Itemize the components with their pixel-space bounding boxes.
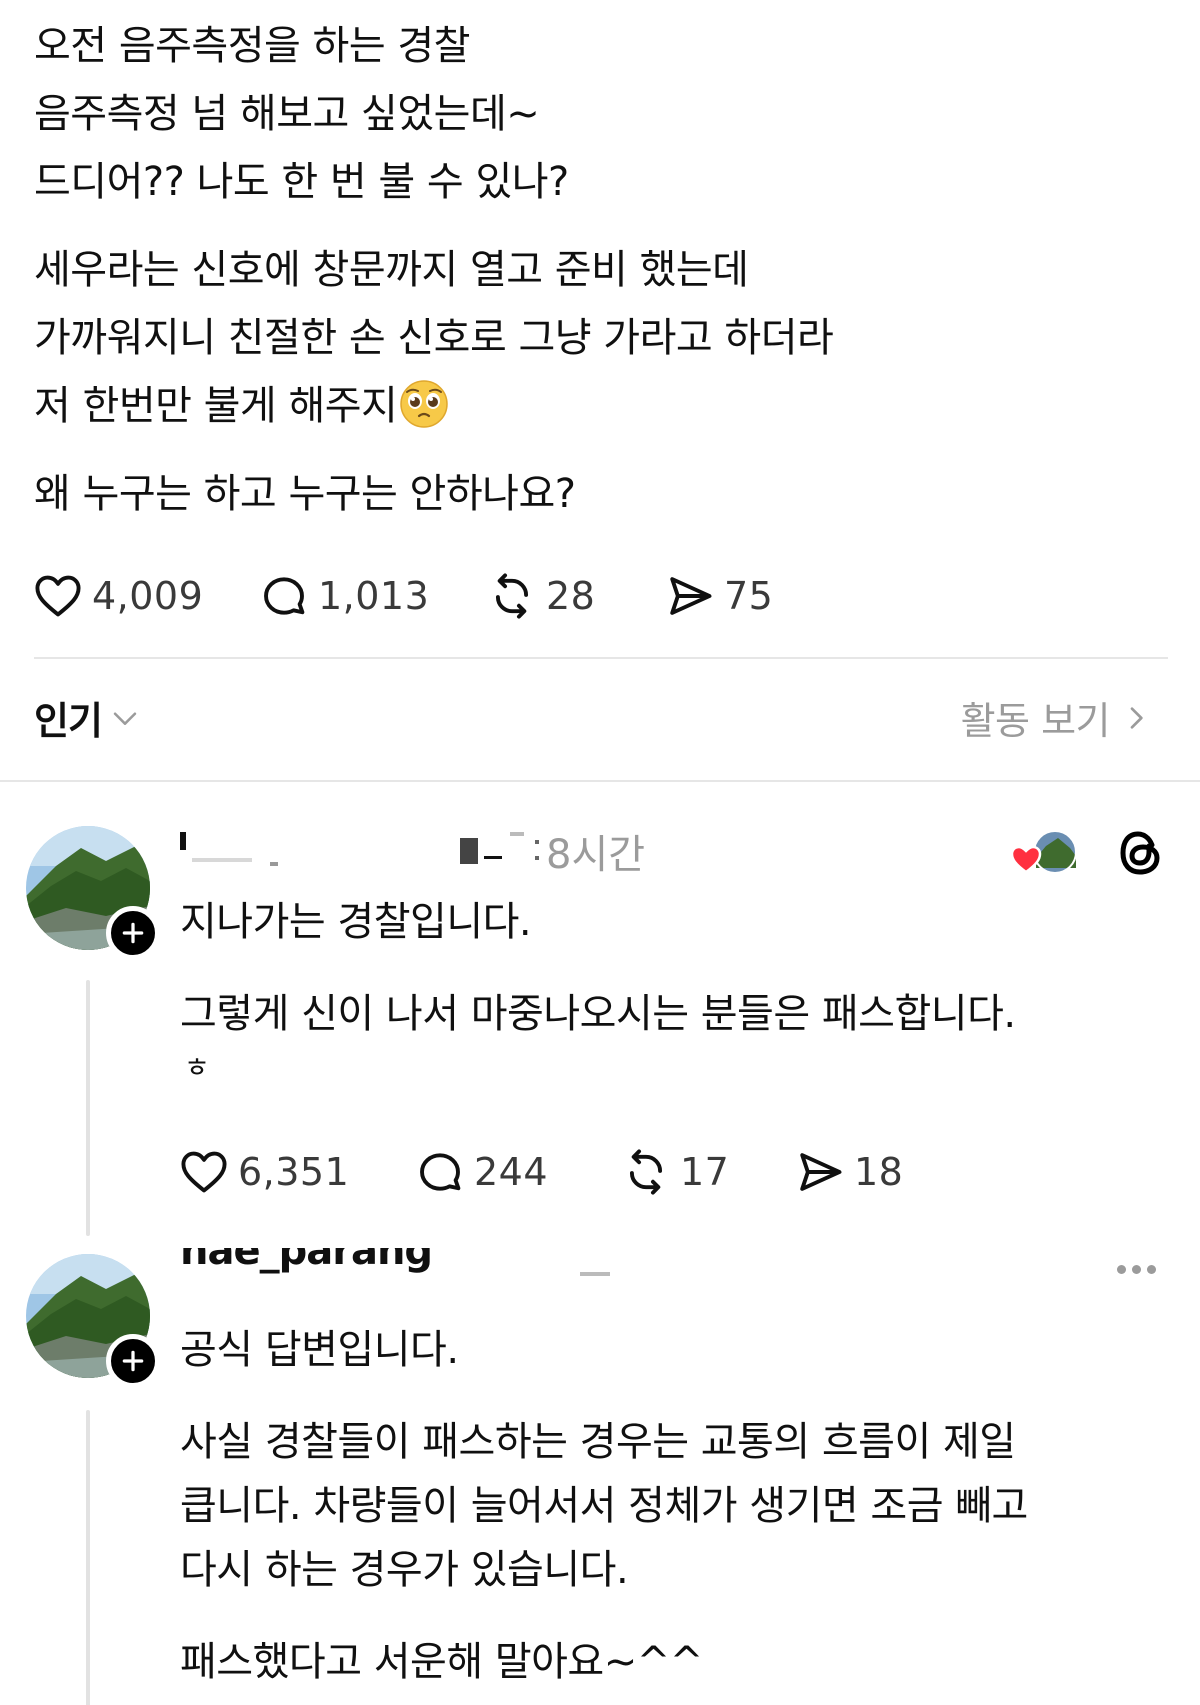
post-paragraph-3: 왜 누구는 하고 누구는 안하나요? xyxy=(34,460,1164,528)
threads-logo-icon xyxy=(1120,831,1160,875)
threads-logo-button[interactable] xyxy=(1116,828,1166,878)
post-line-text: 저 한번만 불게 해주지 xyxy=(34,383,398,429)
sort-label: 인기 xyxy=(34,699,103,743)
like-count: 4,009 xyxy=(92,574,204,618)
reply-count: 244 xyxy=(474,1150,549,1194)
thread-connector-line xyxy=(86,1410,90,1705)
post-line: 왜 누구는 하고 누구는 안하나요? xyxy=(34,471,576,517)
dot xyxy=(1147,1265,1156,1274)
post-line: 음주측정 넘 해보고 싶었는데~ xyxy=(34,91,540,137)
reply-line: 큽니다. 차량들이 늘어서서 정체가 생기면 조금 빼고 xyxy=(180,1483,1028,1529)
repost-button[interactable]: 28 xyxy=(486,570,664,622)
reply-1-header: 8시간 xyxy=(180,826,700,878)
liked-by-author-icon xyxy=(1010,830,1077,874)
comment-icon xyxy=(264,577,305,615)
username[interactable]: hae_parang xyxy=(180,1248,433,1274)
dot xyxy=(1117,1265,1126,1274)
redacted-username xyxy=(484,856,502,859)
reply-count: 1,013 xyxy=(318,574,430,618)
chevron-right-icon xyxy=(1130,706,1143,729)
post-paragraph-1: 오전 음주측정을 하는 경찰 음주측정 넘 해보고 싶었는데~ 드디어?? 나도… xyxy=(34,12,1164,216)
post-line: 세우라는 신호에 창문까지 열고 준비 했는데 xyxy=(34,247,749,293)
reply-2-body: 공식 답변입니다. 사실 경찰들이 패스하는 경우는 교통의 흐름이 제일 큽니… xyxy=(180,1318,1170,1694)
heart-icon xyxy=(35,575,81,617)
dot xyxy=(1132,1265,1141,1274)
sort-dropdown[interactable]: 인기 xyxy=(34,690,142,745)
reply-1-body: 지나가는 경찰입니다. 그렇게 신이 나서 마중나오시는 분들은 패스합니다. … xyxy=(180,890,1170,1090)
follow-button[interactable] xyxy=(106,906,160,960)
reply-timestamp: 8시간 xyxy=(546,832,646,878)
send-icon xyxy=(800,1153,842,1191)
share-button[interactable]: 75 xyxy=(664,570,804,622)
share-count: 75 xyxy=(724,574,774,618)
post-body: 오전 음주측정을 하는 경찰 음주측정 넘 해보고 싶었는데~ 드디어?? 나도… xyxy=(34,12,1164,548)
redacted-username xyxy=(510,832,524,836)
reply-line: 다시 하는 경우가 있습니다. xyxy=(180,1547,629,1593)
reply-line: 그렇게 신이 나서 마중나오시는 분들은 패스합니다. xyxy=(180,991,1016,1037)
author-liked-indicator[interactable] xyxy=(1010,828,1080,880)
post-line: 오전 음주측정을 하는 경찰 xyxy=(34,23,470,69)
chevron-down-icon xyxy=(113,711,137,725)
reply-button[interactable]: 244 xyxy=(414,1146,620,1198)
redacted-username xyxy=(180,832,186,850)
reply-line: 공식 답변입니다. xyxy=(180,1327,459,1373)
reply-2-header: hae_parang xyxy=(180,1248,660,1288)
redacted-username xyxy=(535,856,539,860)
repost-count: 17 xyxy=(680,1150,730,1194)
post-action-bar: 4,009 1,013 28 75 xyxy=(32,570,804,622)
post-line: 가까워지니 친절한 손 신호로 그냥 가라고 하더라 xyxy=(34,315,834,361)
send-icon xyxy=(670,577,712,615)
like-button[interactable]: 4,009 xyxy=(32,570,258,622)
redacted-username xyxy=(460,838,478,864)
plus-icon xyxy=(122,1350,144,1372)
pleading-face-emoji-icon xyxy=(400,380,449,428)
repost-button[interactable]: 17 xyxy=(620,1146,794,1198)
like-count: 6,351 xyxy=(238,1150,350,1194)
reply-line: 사실 경찰들이 패스하는 경우는 교통의 흐름이 제일 xyxy=(180,1419,1016,1465)
redacted-timestamp xyxy=(580,1272,610,1276)
more-options-button[interactable] xyxy=(1117,1265,1156,1274)
plus-icon xyxy=(122,922,144,944)
repost-icon xyxy=(495,573,529,619)
view-activity-label: 활동 보기 xyxy=(960,699,1111,743)
post-paragraph-2: 세우라는 신호에 창문까지 열고 준비 했는데 가까워지니 친절한 손 신호로 … xyxy=(34,236,1164,440)
repost-icon xyxy=(629,1149,663,1195)
view-activity-link[interactable]: 활동 보기 xyxy=(961,690,1152,745)
repost-count: 28 xyxy=(546,574,596,618)
redacted-username xyxy=(270,862,278,866)
comment-icon xyxy=(420,1153,461,1191)
reply-line: 패스했다고 서운해 말아요~^^ xyxy=(180,1639,703,1685)
thread-connector-line xyxy=(86,980,90,1236)
like-button[interactable]: 6,351 xyxy=(178,1146,414,1198)
post-line-with-emoji: 저 한번만 불게 해주지 xyxy=(34,372,1164,440)
divider xyxy=(34,657,1168,659)
redacted-username xyxy=(535,840,539,844)
reply-line: ㅎ xyxy=(184,1051,210,1084)
reply-line: 지나가는 경찰입니다. xyxy=(180,899,532,945)
share-count: 18 xyxy=(854,1150,904,1194)
reply-1-action-bar: 6,351 244 17 18 xyxy=(178,1146,934,1198)
share-button[interactable]: 18 xyxy=(794,1146,934,1198)
reply-button[interactable]: 1,013 xyxy=(258,570,486,622)
divider xyxy=(0,780,1200,782)
heart-icon xyxy=(181,1151,227,1193)
redacted-username xyxy=(192,858,252,862)
follow-button[interactable] xyxy=(106,1334,160,1388)
post-line: 드디어?? 나도 한 번 불 수 있나? xyxy=(34,159,569,205)
